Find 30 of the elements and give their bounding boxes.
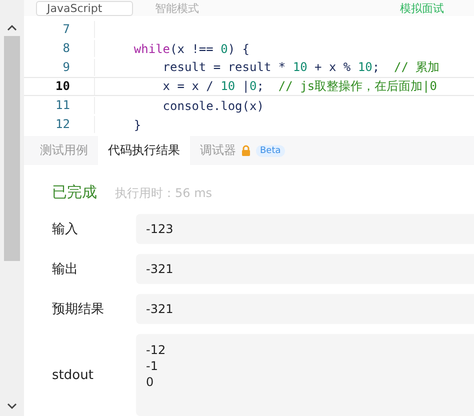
field-label: 输出 <box>52 261 79 278</box>
code-line: x = x / 10 |0; // js取整操作，在后面加|0 <box>162 78 437 96</box>
code-line: } <box>132 118 142 132</box>
field-label: 输入 <box>52 221 79 238</box>
scrollbar-thumb[interactable] <box>4 36 20 261</box>
output-field: -321 <box>136 254 474 284</box>
output-field: -12 -1 0 <box>136 334 474 416</box>
mock-interview-button[interactable]: 模拟面试 <box>400 0 444 16</box>
runtime-text: 执行用时：56 ms <box>115 185 212 202</box>
code-line: console.log(x) <box>162 98 264 113</box>
code-line: while(x !== 0) { <box>132 42 250 56</box>
field-label: stdout <box>52 368 94 382</box>
line-number: 12 <box>24 116 95 134</box>
code-line: result = result * 10 + x % 10; // 累加 <box>162 59 440 76</box>
field-label: 预期结果 <box>52 301 105 318</box>
beta-badge: Beta <box>256 144 285 157</box>
line-number: 8 <box>24 40 95 58</box>
tab[interactable]: 测试用例 <box>30 136 98 165</box>
line-number: 10 <box>24 78 95 96</box>
line-number: 7 <box>24 21 95 38</box>
output-field: -321 <box>136 294 474 324</box>
status-text: 已完成 <box>52 183 97 202</box>
mode-toggle[interactable]: 智能模式 <box>155 0 200 16</box>
scrollbar[interactable] <box>0 0 24 416</box>
output-field: -123 <box>136 214 474 244</box>
line-number: 9 <box>24 59 95 76</box>
tab[interactable]: 代码执行结果 <box>98 136 190 165</box>
language-dropdown[interactable]: JavaScript <box>36 0 134 16</box>
tab[interactable]: 调试器 Beta <box>190 136 295 165</box>
line-number: 11 <box>24 97 95 114</box>
